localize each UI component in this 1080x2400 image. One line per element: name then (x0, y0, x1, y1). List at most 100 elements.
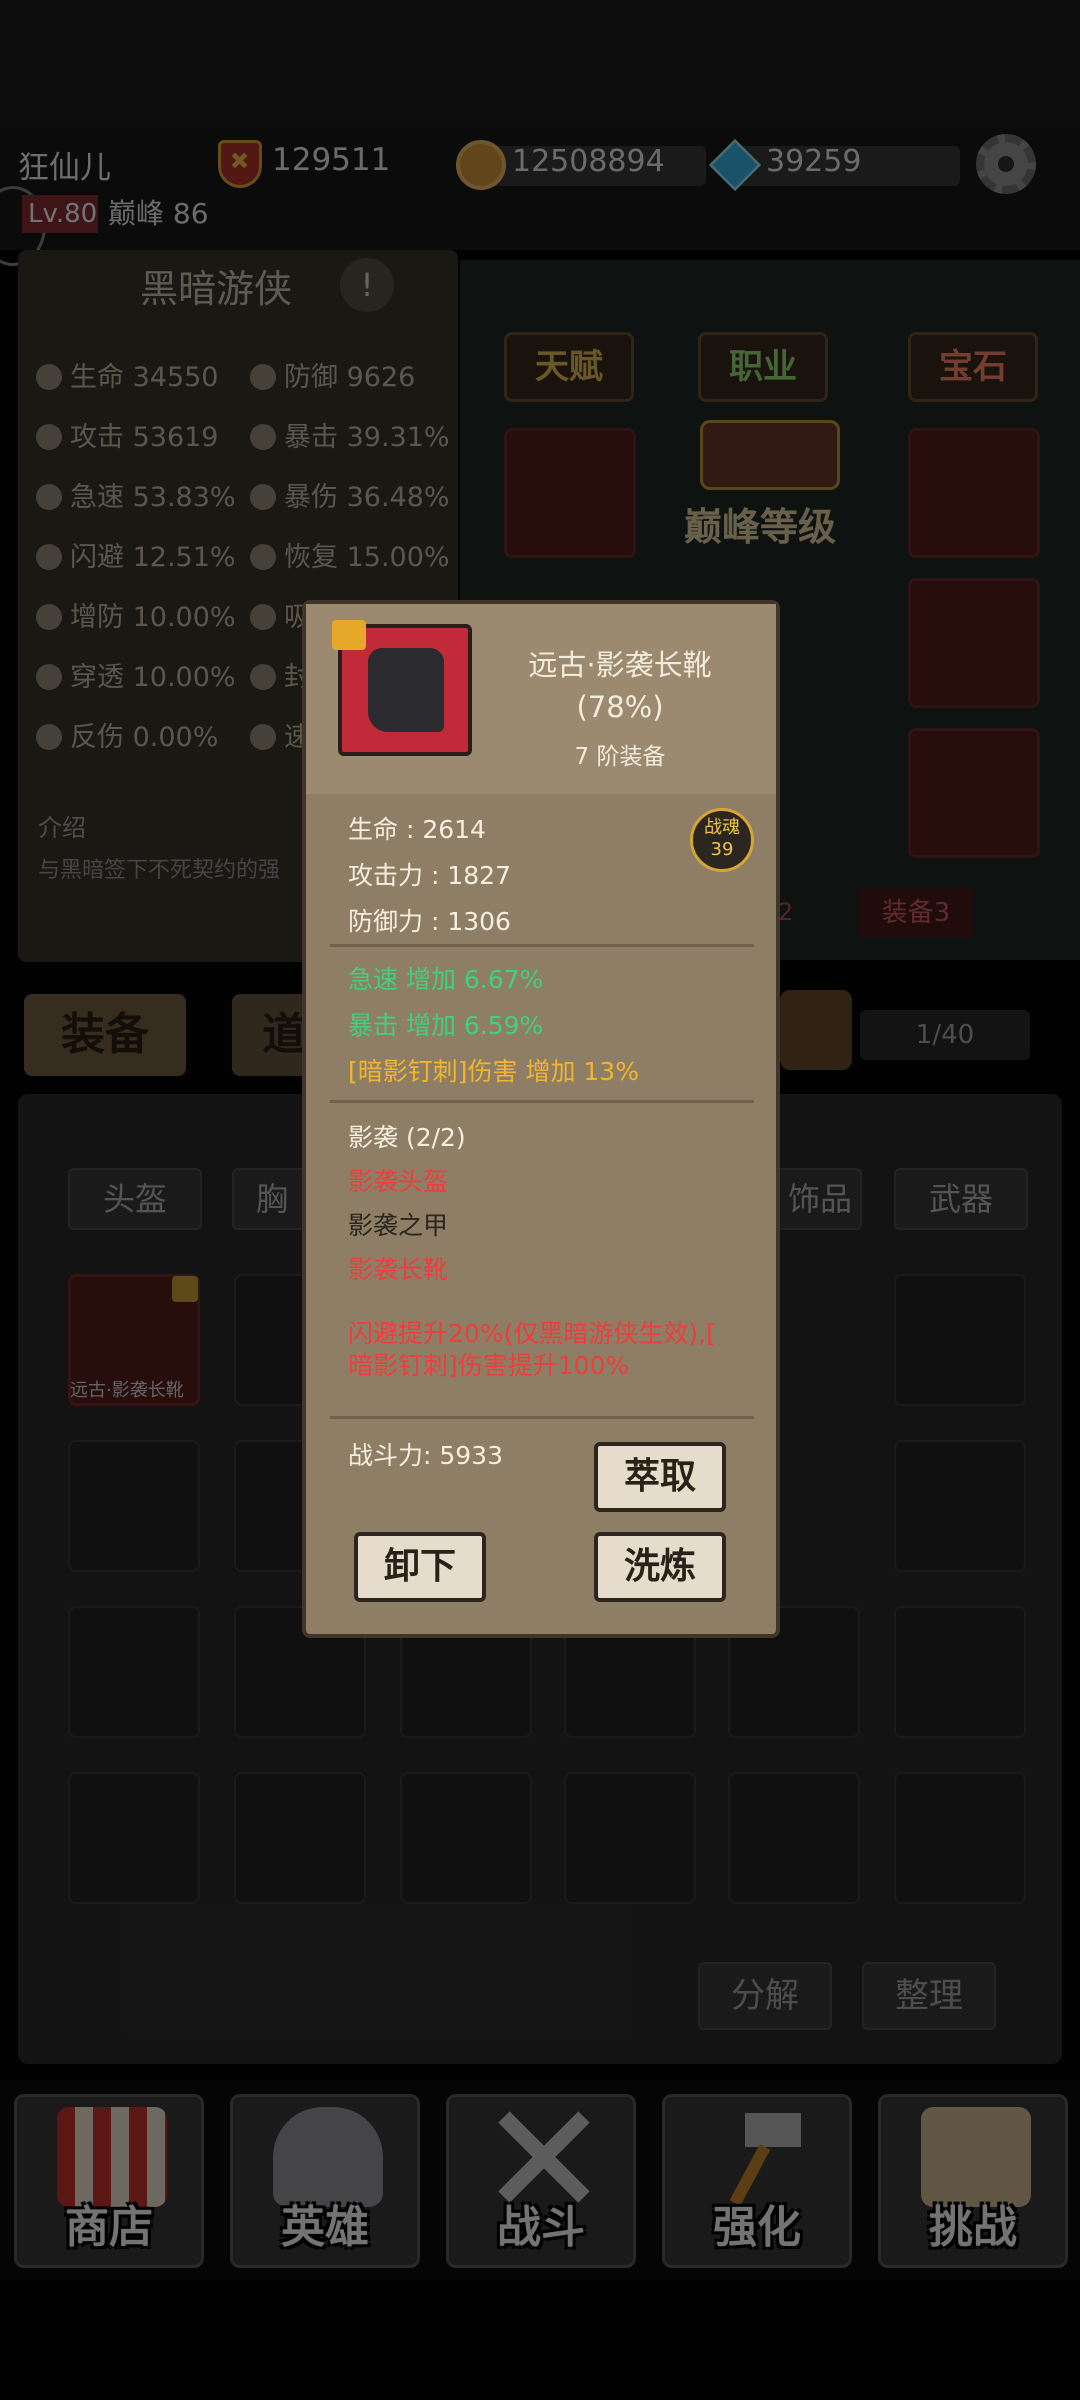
heart-icon (36, 364, 62, 390)
nav-hero[interactable]: 英雄 (230, 2094, 420, 2268)
pierce-icon (36, 664, 62, 690)
inventory-slot[interactable] (564, 1772, 696, 1904)
stat-crit: 暴击 39.31% (250, 415, 450, 454)
stat-reflect: 反伤 0.00% (36, 715, 218, 754)
stat-atk: 攻击 53619 (36, 415, 218, 454)
nav-battle[interactable]: 战斗 (446, 2094, 636, 2268)
lifesteal-icon (250, 604, 276, 630)
inventory-slot[interactable] (234, 1772, 366, 1904)
category-accessory[interactable]: 饰品 (776, 1168, 862, 1230)
nav-shop[interactable]: 商店 (14, 2094, 204, 2268)
combat-power-icon (218, 140, 262, 188)
set-effect-line1: 闪避提升20%(仅黑暗游侠生效),[ (348, 1319, 716, 1348)
combat-power-value: 129511 (272, 142, 391, 178)
haste-icon (36, 484, 62, 510)
boots-icon (368, 648, 444, 732)
category-weapon[interactable]: 武器 (894, 1168, 1028, 1230)
inventory-slot[interactable] (894, 1440, 1026, 1572)
decompose-button[interactable]: 分解 (698, 1962, 832, 2030)
speed-icon (250, 724, 276, 750)
player-name: 狂仙儿 (18, 150, 111, 186)
chest-icon[interactable] (780, 990, 852, 1070)
inventory-item-label: 远古·影袭长靴 (70, 1380, 184, 1401)
lock-icon (172, 1276, 198, 1302)
set-item-armor: 影袭之甲 (348, 1211, 449, 1240)
shield-icon (250, 364, 276, 390)
item-power: 战斗力: 5933 (348, 1441, 503, 1470)
tab-equipment[interactable]: 装备 (24, 994, 186, 1076)
stat-hp: 生命 34550 (36, 355, 218, 394)
item-percent: (78%) (576, 690, 664, 724)
crit-icon (250, 424, 276, 450)
reflect-icon (36, 724, 62, 750)
unlock-icon[interactable] (332, 620, 366, 650)
divider (330, 944, 754, 947)
item-tier: 7 阶装备 (574, 744, 666, 770)
peak-level-emblem[interactable] (700, 420, 840, 490)
equip-set-tab-3[interactable]: 装备3 (858, 888, 974, 938)
category-helmet[interactable]: 头盔 (68, 1168, 202, 1230)
inventory-slot[interactable] (68, 1606, 200, 1738)
intro-label: 介绍 (38, 814, 86, 842)
sword-icon (36, 424, 62, 450)
gold-value: 12508894 (512, 144, 665, 179)
inventory-slot[interactable] (400, 1772, 532, 1904)
helmet-slot[interactable] (504, 428, 636, 558)
inventory-slot[interactable] (894, 1772, 1026, 1904)
war-soul-label: 战魂 (704, 817, 740, 838)
stat-defup: 增防 10.00% (36, 595, 236, 634)
nav-challenge[interactable]: 挑战 (878, 2094, 1068, 2268)
bag-capacity: 1/40 (860, 1010, 1030, 1060)
stat-pierce: 穿透 10.00% (36, 655, 236, 694)
info-icon[interactable]: ! (340, 258, 394, 312)
stat-dodge: 闪避 12.51% (36, 535, 236, 574)
inventory-slot[interactable] (68, 1772, 200, 1904)
defup-icon (36, 604, 62, 630)
gem-button[interactable]: 宝石 (908, 332, 1038, 402)
inventory-slot[interactable] (728, 1772, 860, 1904)
level-badge: Lv.80 (22, 195, 98, 233)
equip-set-tab-2[interactable]: 2 (778, 898, 793, 926)
hero-class-title: 黑暗游侠 (140, 267, 293, 311)
accessory-slot[interactable] (908, 578, 1040, 708)
refine-button[interactable]: 洗炼 (594, 1532, 726, 1602)
stat-def: 防御 9626 (250, 355, 415, 394)
inventory-slot[interactable] (894, 1606, 1026, 1738)
intro-text: 与黑暗签下不死契约的强 (38, 858, 281, 883)
job-button[interactable]: 职业 (698, 332, 828, 402)
inventory-slot[interactable] (894, 1274, 1026, 1406)
seal-icon (250, 664, 276, 690)
bonus-stat-crit: 暴击 增加 6.59% (348, 1011, 544, 1040)
gold-coin-icon (456, 140, 506, 190)
weapon-slot[interactable] (908, 728, 1040, 858)
peak-level-text: 巅峰 86 (108, 197, 209, 230)
peak-level-label[interactable]: 巅峰等级 (684, 496, 836, 551)
stat-haste: 急速 53.83% (36, 475, 236, 514)
sort-button[interactable]: 整理 (862, 1962, 996, 2030)
gem-value: 39259 (766, 144, 862, 179)
heal-icon (250, 544, 276, 570)
unequip-button[interactable]: 卸下 (354, 1532, 486, 1602)
dodge-icon (36, 544, 62, 570)
base-stat-def: 防御力 : 1306 (348, 907, 511, 936)
set-name: 影袭 (2/2) (348, 1123, 466, 1152)
nav-upgrade[interactable]: 强化 (662, 2094, 852, 2268)
ring-slot[interactable] (908, 428, 1040, 558)
war-soul-value: 39 (710, 839, 734, 860)
category-chest[interactable]: 胸 (232, 1168, 312, 1230)
extract-button[interactable]: 萃取 (594, 1442, 726, 1512)
divider (330, 1100, 754, 1103)
stat-critdmg: 暴伤 36.48% (250, 475, 450, 514)
war-soul-badge: 战魂 39 (690, 808, 754, 872)
stat-heal: 恢复 15.00% (250, 535, 450, 574)
set-item-boots: 影袭长靴 (348, 1255, 449, 1284)
item-name: 远古·影袭长靴 (528, 648, 712, 682)
base-stat-hp: 生命 : 2614 (348, 815, 486, 844)
divider (330, 1416, 754, 1419)
inventory-slot[interactable] (68, 1440, 200, 1572)
set-item-helmet: 影袭头盔 (348, 1167, 449, 1196)
talent-button[interactable]: 天赋 (504, 332, 634, 402)
critdmg-icon (250, 484, 276, 510)
bonus-stat-skill: [暗影钉刺]伤害 增加 13% (348, 1057, 639, 1086)
settings-gear-icon[interactable] (976, 134, 1036, 194)
